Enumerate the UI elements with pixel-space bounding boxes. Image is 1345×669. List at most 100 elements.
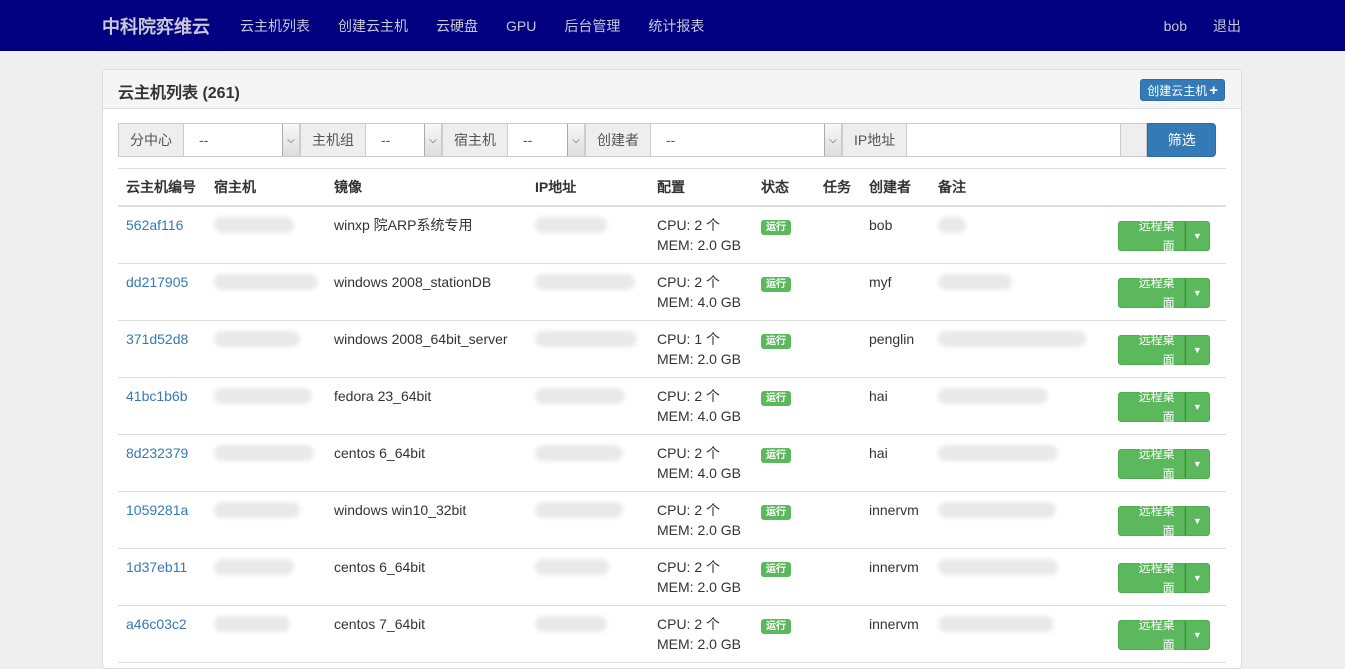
ip-input[interactable]: [907, 123, 1122, 157]
remote-desktop-button[interactable]: 远程桌面: [1118, 219, 1185, 253]
caret-down-icon[interactable]: ▼: [1184, 619, 1210, 650]
group-select[interactable]: -- ⌵: [366, 123, 442, 157]
ip-cell: [527, 263, 649, 321]
redacted-note: [938, 501, 1056, 518]
note-cell: [930, 377, 1110, 435]
actions-cell: 远程桌面 ▼: [1110, 491, 1226, 549]
chevron-down-icon: ⌵: [424, 124, 441, 156]
caret-down-icon[interactable]: ▼: [1184, 391, 1210, 422]
creator-cell: hai: [861, 434, 930, 492]
actions-cell: 远程桌面 ▼: [1110, 377, 1226, 435]
nav-cloud-disk[interactable]: 云硬盘: [422, 16, 492, 36]
status-cell: 运行: [753, 491, 815, 549]
caret-down-icon[interactable]: ▼: [1184, 505, 1210, 536]
nav-reports[interactable]: 统计报表: [634, 16, 718, 36]
caret-down-icon[interactable]: ▼: [1184, 220, 1210, 251]
remote-desktop-button[interactable]: 远程桌面: [1118, 333, 1185, 367]
remote-desktop-group: 远程桌面 ▼: [1118, 390, 1210, 424]
filter-button[interactable]: 筛选: [1147, 123, 1217, 157]
vm-id-cell: 8d232379: [118, 434, 206, 492]
remote-desktop-button[interactable]: 远程桌面: [1118, 504, 1185, 538]
image-cell: windows win10_32bit: [326, 491, 527, 549]
vm-id-link[interactable]: 41bc1b6b: [126, 388, 188, 404]
creator-cell: penglin: [861, 320, 930, 378]
ip-cell: [527, 434, 649, 492]
mem-value: MEM: 2.0 GB: [657, 635, 742, 652]
vm-id-link[interactable]: a46c03c2: [126, 616, 187, 632]
vm-id-link[interactable]: 562af116: [126, 217, 183, 233]
note-cell: [930, 491, 1110, 549]
chevron-down-icon: ⌵: [567, 124, 584, 156]
logout-link[interactable]: 退出: [1187, 16, 1241, 36]
remote-desktop-button[interactable]: 远程桌面: [1118, 447, 1185, 481]
remote-desktop-button[interactable]: 远程桌面: [1118, 276, 1185, 310]
nav-admin[interactable]: 后台管理: [550, 16, 634, 36]
host-label: 宿主机: [442, 123, 508, 157]
vm-table: 云主机编号 宿主机 镜像 IP地址 配置 状态 任务 创建者 备注 562af1…: [118, 168, 1226, 663]
mem-value: MEM: 2.0 GB: [657, 578, 742, 595]
ip-cell: [527, 205, 649, 264]
redacted-note: [938, 330, 1086, 347]
creator-label: 创建者: [585, 123, 651, 157]
vm-id-link[interactable]: 1d37eb11: [126, 559, 187, 575]
cpu-value: CPU: 2 个: [657, 216, 721, 233]
col-header-ip: IP地址: [527, 168, 649, 207]
creator-select[interactable]: -- ⌵: [651, 123, 842, 157]
brand-logo[interactable]: 中科院弈维云: [102, 13, 210, 39]
host-cell: [206, 548, 326, 606]
caret-down-icon[interactable]: ▼: [1184, 334, 1210, 365]
table-row: 371d52d8 windows 2008_64bit_server CPU: 1 …: [118, 320, 1226, 378]
host-select[interactable]: -- ⌵: [508, 123, 585, 157]
nav-vm-list[interactable]: 云主机列表: [226, 16, 324, 36]
remote-desktop-button[interactable]: 远程桌面: [1118, 618, 1185, 652]
host-cell: [206, 263, 326, 321]
task-cell: [815, 548, 861, 606]
redacted-note: [938, 387, 1048, 404]
status-cell: 运行: [753, 320, 815, 378]
status-cell: 运行: [753, 205, 815, 264]
nav-username[interactable]: bob: [1138, 18, 1187, 34]
table-row: dd217905 windows 2008_stationDB CPU: 2 个 ME…: [118, 263, 1226, 321]
caret-down-icon[interactable]: ▼: [1184, 448, 1210, 479]
note-cell: [930, 263, 1110, 321]
cpu-value: CPU: 1 个: [657, 330, 721, 347]
remote-desktop-group: 远程桌面 ▼: [1118, 504, 1210, 538]
actions-cell: 远程桌面 ▼: [1110, 320, 1226, 378]
remote-desktop-button[interactable]: 远程桌面: [1118, 390, 1185, 424]
redacted-note: [938, 615, 1054, 632]
config-cell: CPU: 2 个 MEM: 2.0 GB: [649, 605, 753, 663]
vm-id-link[interactable]: 1059281a: [126, 502, 188, 518]
caret-down-icon[interactable]: ▼: [1184, 277, 1210, 308]
vm-id-link[interactable]: dd217905: [126, 274, 188, 290]
create-vm-button[interactable]: 创建云主机 +: [1140, 79, 1225, 101]
nav-create-vm[interactable]: 创建云主机: [324, 16, 422, 36]
host-cell: [206, 377, 326, 435]
cpu-value: CPU: 2 个: [657, 501, 721, 518]
caret-down-icon[interactable]: ▼: [1184, 562, 1210, 593]
nav-gpu[interactable]: GPU: [492, 18, 550, 34]
creator-cell: innervm: [861, 605, 930, 663]
redacted-ip: [535, 615, 607, 632]
plus-icon: +: [1209, 81, 1218, 99]
redacted-host: [214, 387, 312, 404]
cpu-value: CPU: 2 个: [657, 387, 721, 404]
cpu-value: CPU: 2 个: [657, 444, 721, 461]
actions-cell: 远程桌面 ▼: [1110, 205, 1226, 264]
vm-id-link[interactable]: 8d232379: [126, 445, 188, 461]
group-label: 主机组: [300, 123, 366, 157]
mem-value: MEM: 2.0 GB: [657, 350, 742, 367]
remote-desktop-button[interactable]: 远程桌面: [1118, 561, 1185, 595]
remote-desktop-group: 远程桌面 ▼: [1118, 447, 1210, 481]
redacted-host: [214, 216, 294, 233]
vm-id-cell: 1059281a: [118, 491, 206, 549]
redacted-note: [938, 216, 966, 233]
chevron-down-icon: ⌵: [282, 124, 299, 156]
col-header-creator: 创建者: [861, 168, 930, 207]
vm-id-link[interactable]: 371d52d8: [126, 331, 188, 347]
status-cell: 运行: [753, 605, 815, 663]
status-badge: 运行: [761, 390, 791, 406]
vm-id-cell: 1d37eb11: [118, 548, 206, 606]
center-label: 分中心: [118, 123, 184, 157]
center-select[interactable]: -- ⌵: [184, 123, 300, 157]
note-cell: [930, 548, 1110, 606]
